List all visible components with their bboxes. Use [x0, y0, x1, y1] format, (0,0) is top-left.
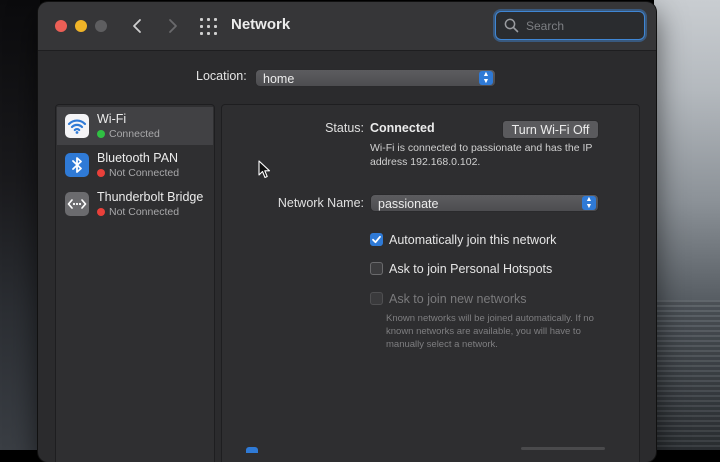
status-value: Connected	[370, 121, 435, 135]
status-text: Not Connected	[109, 206, 180, 218]
popup-arrows-icon: ▲ ▼	[582, 196, 596, 210]
status-dot-icon	[97, 207, 105, 216]
status-dot-icon	[97, 129, 105, 138]
location-value: home	[263, 72, 295, 86]
window-title: Network	[231, 16, 291, 33]
location-label: Location:	[196, 69, 247, 83]
sidebar-item-thunderbolt-bridge[interactable]: Thunderbolt Bridge Not Connected	[57, 185, 213, 223]
search-input[interactable]	[524, 16, 640, 36]
auto-join-checkbox[interactable]	[370, 233, 383, 246]
status-label: Status:	[325, 121, 364, 135]
join-new-networks-label: Ask to join new networks	[389, 292, 527, 306]
minimize-window-button[interactable]	[75, 20, 87, 32]
network-name-popup[interactable]: passionate ▲ ▼	[370, 194, 599, 212]
thunderbolt-bridge-icon	[65, 192, 89, 216]
forward-button[interactable]	[160, 13, 184, 39]
show-all-grid-icon[interactable]	[200, 18, 217, 35]
sidebar-item-wifi[interactable]: Wi-Fi Connected	[57, 107, 213, 145]
chevron-right-icon	[169, 19, 177, 33]
status-text: Not Connected	[109, 167, 180, 179]
desktop-background-right	[654, 0, 720, 450]
status-description: Wi-Fi is connected to passionate and has…	[370, 142, 593, 168]
status-dot-icon	[97, 168, 105, 177]
sidebar-item-bluetooth-pan[interactable]: Bluetooth PAN Not Connected	[57, 146, 213, 184]
sidebar-item-status: Not Connected	[97, 206, 179, 218]
join-networks-note: Known networks will be joined automatica…	[386, 313, 594, 350]
close-window-button[interactable]	[55, 20, 67, 32]
title-bar: Network	[38, 2, 656, 51]
sidebar-item-label: Thunderbolt Bridge	[97, 190, 204, 204]
search-icon	[504, 18, 519, 33]
personal-hotspots-label[interactable]: Ask to join Personal Hotspots	[389, 262, 552, 276]
help-button[interactable]	[246, 447, 258, 453]
bluetooth-icon	[65, 153, 89, 177]
location-popup[interactable]: home ▲ ▼	[255, 69, 496, 87]
service-list: Wi-Fi Connected Bluetooth PAN Not Connec…	[55, 104, 215, 462]
mouse-pointer-icon	[258, 160, 271, 179]
sidebar-item-label: Bluetooth PAN	[97, 151, 179, 165]
sidebar-item-status: Not Connected	[97, 167, 179, 179]
wifi-icon	[65, 114, 89, 138]
personal-hotspots-checkbox[interactable]	[370, 262, 383, 275]
popup-arrows-icon: ▲ ▼	[479, 71, 493, 85]
turn-wifi-off-button[interactable]: Turn Wi-Fi Off	[502, 120, 599, 139]
checkmark-icon	[372, 235, 381, 244]
network-name-label: Network Name:	[277, 196, 364, 210]
search-field[interactable]	[495, 11, 645, 40]
network-preferences-window: Network Location: home ▲▼ Wi-Fi C	[38, 2, 656, 462]
auto-join-label[interactable]: Automatically join this network	[389, 233, 556, 247]
chevron-left-icon	[133, 19, 141, 33]
join-new-networks-checkbox	[370, 292, 383, 305]
zoom-window-button[interactable]	[95, 20, 107, 32]
sidebar-item-status: Connected	[97, 128, 160, 140]
back-button[interactable]	[126, 13, 150, 39]
status-text: Connected	[109, 128, 160, 140]
network-name-value: passionate	[378, 197, 439, 211]
sidebar-item-label: Wi-Fi	[97, 112, 127, 126]
desktop-background-left	[0, 0, 40, 450]
